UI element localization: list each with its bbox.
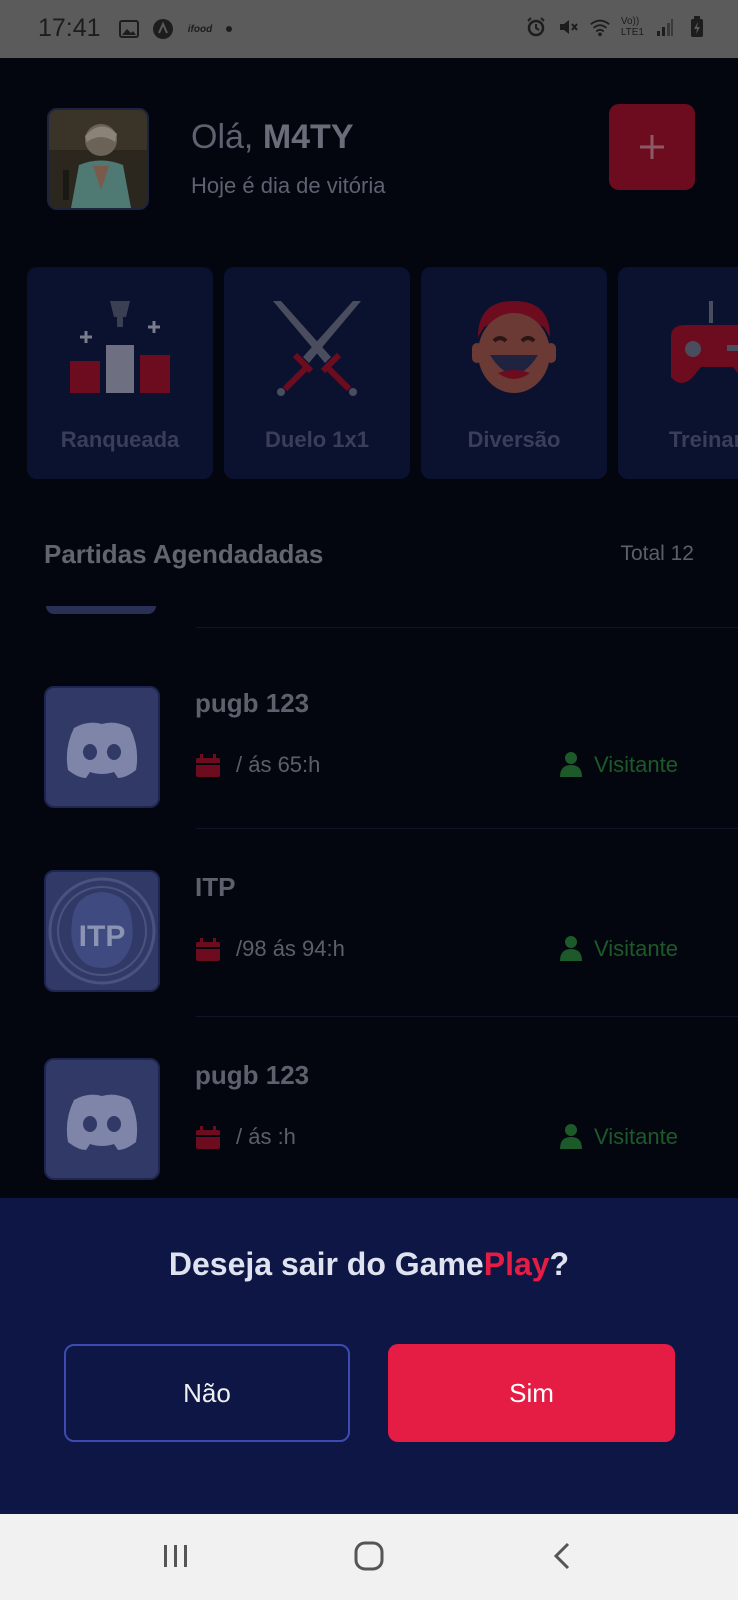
user-icon (560, 936, 582, 961)
section-total: Total 12 (620, 542, 694, 565)
user-icon (560, 752, 582, 777)
greeting: Olá, M4TY (191, 118, 354, 157)
logout-modal: Deseja sair do GamePlay? Não Sim (0, 1198, 738, 1514)
plus-icon (640, 135, 664, 159)
confirm-logout-button[interactable]: Sim (388, 1344, 675, 1442)
calendar-icon (196, 938, 220, 961)
ifood-icon: ifood (187, 23, 213, 35)
home-screen: Olá, M4TY Hoje é dia de vitória Ranquead… (0, 58, 738, 1198)
modal-title-accent: Play (483, 1246, 550, 1282)
ranking-icon (70, 301, 170, 393)
match-item[interactable]: ITP ITP /98 ás 94:h Visitante (0, 870, 738, 992)
modal-title-prefix: Deseja sair do Game (168, 1246, 484, 1282)
battery-icon (686, 16, 708, 38)
signal-icon (654, 16, 676, 38)
alarm-icon (525, 16, 547, 38)
divider (196, 627, 738, 628)
itp-logo-text: ITP (79, 920, 126, 953)
lte-label-bottom: LTE1 (620, 27, 644, 38)
greeting-subtitle: Hoje é dia de vitória (191, 173, 386, 198)
category-ranqueada[interactable]: Ranqueada (27, 267, 213, 479)
add-match-button[interactable] (609, 104, 695, 190)
wifi-icon (589, 16, 611, 38)
category-label: Ranqueada (60, 427, 180, 452)
match-date: / ás 65:h (236, 752, 321, 777)
match-title: pugb 123 (195, 1060, 310, 1090)
match-item[interactable]: pugb 123 / ás :h Visitante (0, 1058, 738, 1180)
app-a-icon (152, 18, 174, 40)
status-time: 17:41 (38, 14, 101, 42)
mute-icon (557, 16, 579, 38)
category-duelo[interactable]: Duelo 1x1 (224, 267, 410, 479)
match-role: Visitante (594, 1124, 678, 1149)
category-list[interactable]: Ranqueada Duelo 1x1 Diversão Treina (27, 267, 738, 479)
category-diversao[interactable]: Diversão (421, 267, 607, 479)
calendar-icon (196, 1126, 220, 1149)
lte-icon: Vo)) LTE1 (621, 16, 644, 38)
partial-list-item (46, 606, 156, 614)
match-date: / ás :h (236, 1124, 296, 1149)
greeting-prefix: Olá, (191, 118, 254, 156)
laughing-face-icon (472, 301, 556, 393)
dot-icon (226, 26, 232, 32)
category-label: Diversão (467, 427, 561, 452)
user-icon (560, 1124, 582, 1149)
match-date: /98 ás 94:h (236, 936, 345, 961)
home-icon[interactable] (347, 1536, 391, 1576)
match-title: pugb 123 (195, 688, 310, 718)
username: M4TY (262, 118, 354, 156)
cancel-button[interactable]: Não (64, 1344, 350, 1442)
category-label: Duelo 1x1 (265, 427, 369, 452)
modal-title: Deseja sair do GamePlay? (0, 1246, 738, 1283)
gamepad-icon (671, 301, 738, 383)
discord-icon (44, 686, 160, 808)
avatar[interactable] (47, 108, 149, 210)
status-bar: 17:41 ifood Vo)) LTE1 (0, 0, 738, 58)
swords-icon (273, 301, 361, 396)
match-title: ITP (195, 872, 236, 902)
modal-title-suffix: ? (549, 1246, 570, 1282)
status-left-icons: ifood (118, 18, 232, 40)
match-item[interactable]: pugb 123 / ás 65:h Visitante (0, 686, 738, 808)
status-right-icons: Vo)) LTE1 (525, 16, 708, 38)
match-role: Visitante (594, 936, 678, 961)
image-icon (118, 18, 140, 40)
match-role: Visitante (594, 752, 678, 777)
recent-apps-icon[interactable] (154, 1536, 198, 1576)
divider (196, 1016, 738, 1017)
calendar-icon (196, 754, 220, 777)
lte-label-top: Vo)) (620, 16, 640, 27)
section-title: Partidas Agendadadas (44, 539, 324, 569)
itp-logo: ITP (44, 870, 160, 992)
navigation-bar (0, 1514, 738, 1600)
discord-icon (44, 1058, 160, 1180)
category-label: Treinam (668, 427, 738, 452)
back-icon[interactable] (540, 1536, 584, 1576)
category-treinamento[interactable]: Treinam (618, 267, 738, 479)
divider (196, 828, 738, 829)
